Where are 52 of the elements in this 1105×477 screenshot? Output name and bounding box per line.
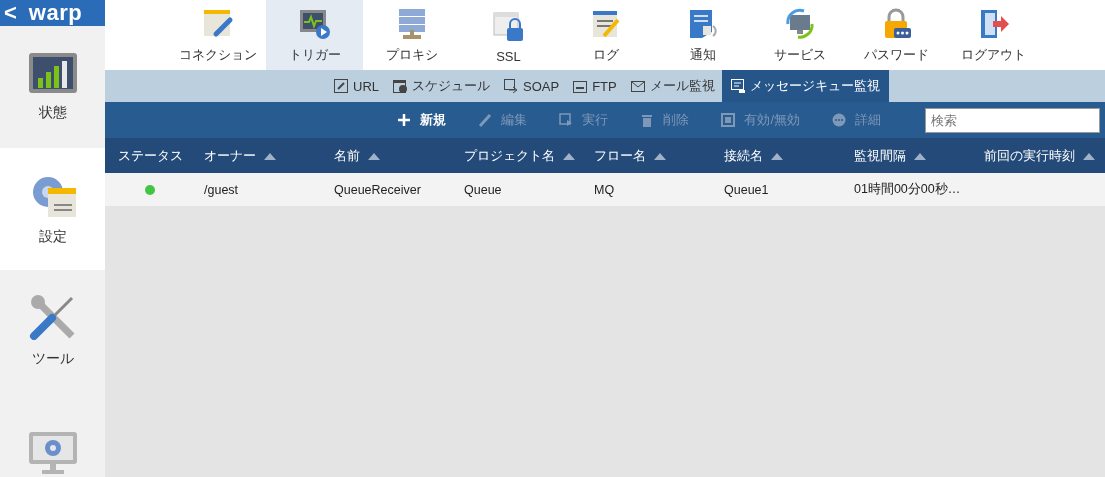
calendar-clock-icon bbox=[393, 79, 407, 93]
app-logo: warp bbox=[28, 0, 83, 26]
column-header[interactable]: 名前 bbox=[325, 138, 455, 173]
envelope-icon bbox=[630, 79, 645, 93]
padlock-window-icon bbox=[492, 11, 525, 43]
sidebar-item[interactable]: ツール bbox=[0, 270, 105, 392]
nav-item[interactable]: サービス bbox=[751, 0, 848, 70]
tab[interactable]: スケジュール bbox=[386, 70, 497, 102]
sidebar-item[interactable]: 状態 bbox=[0, 26, 105, 148]
table-cell: QueueReceiver bbox=[334, 182, 421, 197]
nav-item[interactable]: パスワード bbox=[848, 0, 945, 70]
logo-bar[interactable]: < warp bbox=[0, 0, 105, 26]
plus-icon bbox=[397, 113, 412, 127]
table-cell: MQ bbox=[594, 182, 615, 197]
toggle-square-icon bbox=[721, 113, 736, 127]
column-header[interactable]: 接続名 bbox=[715, 138, 845, 173]
tab[interactable]: URL bbox=[327, 70, 386, 102]
window-play-icon bbox=[559, 113, 574, 127]
search-field[interactable]: 検索 bbox=[925, 107, 1100, 133]
bar-chart-icon bbox=[27, 52, 78, 94]
column-header[interactable]: 監視間隔 bbox=[845, 138, 975, 173]
message-window-icon bbox=[730, 79, 745, 93]
pencil-icon bbox=[478, 113, 493, 127]
window-arrows-icon bbox=[504, 79, 518, 93]
monitor-refresh-icon bbox=[783, 8, 816, 40]
nav-item[interactable]: 通知 bbox=[654, 0, 751, 70]
tab[interactable]: メール監視 bbox=[623, 70, 722, 102]
column-header[interactable]: プロジェクト名 bbox=[455, 138, 585, 173]
column-header[interactable]: オーナー bbox=[195, 138, 325, 173]
sidebar-item[interactable]: 設定 bbox=[0, 148, 105, 270]
table-cell: 01時間00分00秒… bbox=[854, 181, 961, 198]
nav-item[interactable]: プロキシ bbox=[363, 0, 460, 70]
table-row[interactable]: /guest QueueReceiver Queue MQ Queue1 01時間00分00秒… bbox=[105, 173, 1105, 206]
more-dots-icon bbox=[832, 113, 846, 127]
nav-item[interactable]: トリガー bbox=[266, 0, 363, 70]
nav-item[interactable]: ログ bbox=[557, 0, 654, 70]
nav-item[interactable]: コネクション bbox=[169, 0, 266, 70]
table-cell: Queue1 bbox=[724, 182, 769, 197]
column-header[interactable]: ステータス bbox=[105, 138, 195, 173]
tab[interactable]: SOAP bbox=[497, 70, 567, 102]
tab[interactable]: FTP bbox=[566, 70, 624, 102]
column-header[interactable]: 前回の実行時刻 bbox=[975, 138, 1105, 173]
nav-item[interactable]: ログアウト bbox=[945, 0, 1042, 70]
column-header[interactable]: フロー名 bbox=[585, 138, 715, 173]
table-cell: Queue bbox=[464, 182, 502, 197]
back-chevron[interactable]: < bbox=[4, 0, 17, 26]
tab[interactable]: メッセージキュー監視 bbox=[721, 70, 889, 102]
nav-item[interactable]: SSL bbox=[460, 0, 557, 70]
trash-icon bbox=[640, 113, 655, 127]
toolbar-button[interactable]: 新規 bbox=[393, 109, 451, 131]
monitor-play-icon bbox=[298, 8, 331, 40]
table-cell: /guest bbox=[204, 182, 239, 197]
